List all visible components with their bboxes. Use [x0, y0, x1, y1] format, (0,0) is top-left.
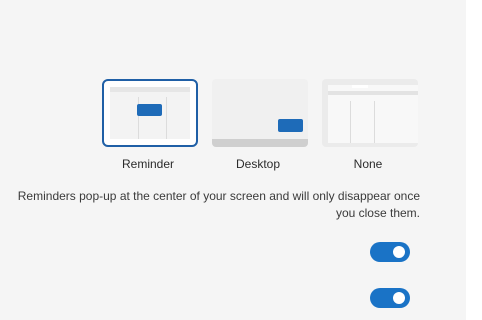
scrollbar-track[interactable] [466, 0, 482, 320]
preview-titlebar [110, 87, 190, 92]
desktop-style-option[interactable] [212, 79, 308, 147]
preview-tab [352, 85, 368, 88]
desktop-preview-thumbnail [212, 79, 308, 147]
none-style-option[interactable] [322, 79, 418, 147]
reminder-preview-thumbnail [102, 79, 198, 147]
desktop-option-label: Desktop [235, 157, 281, 171]
desktop-popup-indicator [278, 119, 303, 132]
none-preview-thumbnail [322, 79, 418, 147]
preview-titlebar [328, 91, 418, 95]
preview-column-divider [166, 97, 167, 139]
none-option-label: None [353, 157, 383, 171]
setting-toggle-2[interactable] [370, 288, 410, 308]
preview-column-divider [350, 101, 351, 143]
reminder-preview-window [110, 87, 190, 139]
reminder-popup-indicator [137, 104, 162, 116]
reminder-style-option[interactable] [102, 79, 198, 147]
setting-toggle-1[interactable] [370, 242, 410, 262]
toggle-knob [393, 246, 405, 258]
reminder-option-label: Reminder [121, 157, 175, 171]
reminder-style-description: Reminders pop-up at the center of your s… [17, 189, 420, 220]
settings-panel: Reminder Desktop None Reminders pop-up a… [0, 0, 466, 320]
toggle-knob [393, 292, 405, 304]
none-preview-window [328, 85, 418, 143]
preview-taskbar [212, 139, 308, 147]
preview-column-divider [374, 101, 375, 143]
